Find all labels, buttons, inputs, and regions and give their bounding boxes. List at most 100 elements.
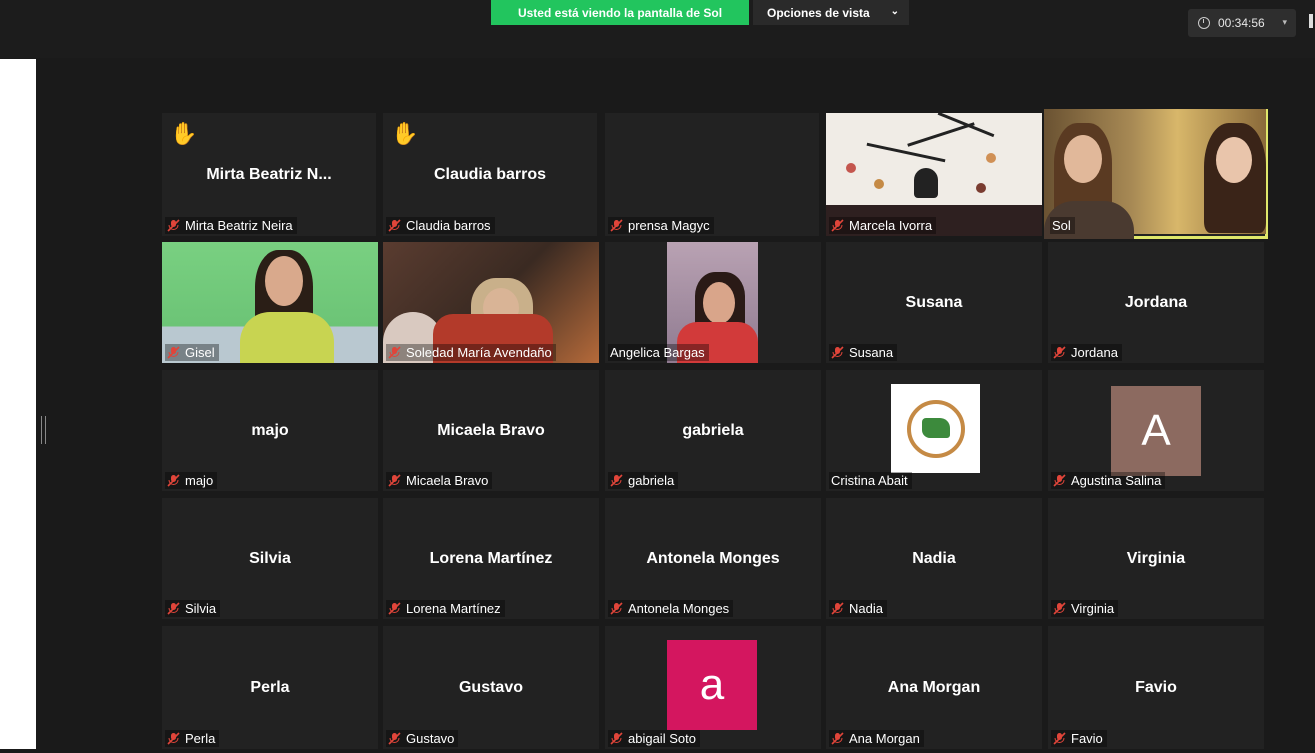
name-label: gabriela — [608, 472, 679, 489]
name-label: Ana Morgan — [829, 730, 924, 747]
participant-tile[interactable]: Silvia Silvia — [162, 498, 378, 619]
name-label: Perla — [165, 730, 220, 747]
participant-name-center: Lorena Martínez — [429, 549, 553, 567]
participant-label: Micaela Bravo — [406, 473, 489, 488]
participant-label: Favio — [1071, 731, 1103, 746]
view-options-button[interactable]: Opciones de vista ⌄ — [753, 0, 909, 25]
name-label: Nadia — [829, 600, 887, 617]
participant-tile[interactable]: A Agustina Salina — [1048, 370, 1264, 491]
participant-tile[interactable]: Marcela Ivorra — [826, 113, 1042, 236]
participant-tile-active-speaker[interactable]: Sol — [1044, 109, 1268, 239]
name-label: Micaela Bravo — [386, 472, 493, 489]
participant-name-center: Gustavo — [458, 678, 523, 696]
participant-label: Angelica Bargas — [610, 345, 705, 360]
raised-hand-icon: ✋ — [170, 121, 198, 146]
name-label: Mirta Beatriz Neira — [165, 217, 297, 234]
avatar: A — [1111, 386, 1201, 476]
participant-name-center: Antonela Monges — [646, 549, 780, 567]
muted-mic-icon — [610, 602, 623, 615]
name-label: Susana — [829, 344, 898, 361]
participant-grid: ✋ Mirta Beatriz N... Mirta Beatriz Neira… — [160, 109, 1268, 753]
participant-tile[interactable]: Gustavo Gustavo — [383, 626, 599, 749]
participant-label: Claudia barros — [406, 218, 491, 233]
participant-label: Soledad María Avendaño — [406, 345, 552, 360]
name-label: majo — [165, 472, 218, 489]
participant-label: abigail Soto — [628, 731, 696, 746]
meeting-timer[interactable]: 00:34:56 ▾ — [1188, 9, 1296, 37]
name-label: Antonela Monges — [608, 600, 734, 617]
muted-mic-icon — [167, 602, 180, 615]
participant-tile[interactable]: Ana Morgan Ana Morgan — [826, 626, 1042, 749]
participant-label: Marcela Ivorra — [849, 218, 933, 233]
muted-mic-icon — [388, 732, 401, 745]
muted-mic-icon — [167, 732, 180, 745]
logo-emblem — [906, 399, 965, 458]
name-label: Silvia — [165, 600, 221, 617]
participant-tile[interactable]: Angelica Bargas — [605, 242, 821, 363]
participant-name-center: Susana — [905, 293, 963, 311]
participant-tile[interactable]: Perla Perla — [162, 626, 378, 749]
participant-tile[interactable]: Micaela Bravo Micaela Bravo — [383, 370, 599, 491]
participant-label: Antonela Monges — [628, 601, 730, 616]
participant-label: Agustina Salina — [1071, 473, 1162, 488]
participant-tile[interactable]: ✋ Claudia barros Claudia barros — [383, 113, 597, 236]
muted-mic-icon — [1053, 602, 1066, 615]
view-options-label: Opciones de vista — [767, 5, 870, 20]
participant-label: Ana Morgan — [849, 731, 920, 746]
participant-name-center: Claudia barros — [433, 165, 547, 183]
participant-tile[interactable]: Gisel — [162, 242, 378, 363]
participant-tile[interactable]: a abigail Soto — [605, 626, 821, 749]
muted-mic-icon — [831, 732, 844, 745]
muted-mic-icon — [831, 219, 844, 232]
avatar: a — [667, 640, 757, 730]
participant-tile[interactable]: Virginia Virginia — [1048, 498, 1264, 619]
screen-share-banner: Usted está viendo la pantalla de Sol — [491, 0, 749, 25]
name-label: Gisel — [165, 344, 219, 361]
name-label: Gustavo — [386, 730, 459, 747]
muted-mic-icon — [388, 474, 401, 487]
participant-label: Gisel — [185, 345, 215, 360]
participant-tile[interactable]: majo majo — [162, 370, 378, 491]
participant-label: Lorena Martínez — [406, 601, 501, 616]
participant-name-center: Micaela Bravo — [437, 421, 545, 439]
participant-tile[interactable]: Jordana Jordana — [1048, 242, 1264, 363]
drag-handle[interactable] — [41, 416, 46, 444]
participant-label: Cristina Abait — [831, 473, 908, 488]
muted-mic-icon — [167, 346, 180, 359]
participant-tile[interactable]: prensa Magyc — [605, 113, 819, 236]
participant-tile[interactable]: Lorena Martínez Lorena Martínez — [383, 498, 599, 619]
muted-mic-icon — [610, 474, 623, 487]
name-label: Virginia — [1051, 600, 1119, 617]
muted-mic-icon — [388, 219, 401, 232]
participant-name-center: Silvia — [249, 549, 291, 567]
participant-name-center: Favio — [1135, 678, 1177, 696]
participant-tile[interactable]: Cristina Abait — [826, 370, 1042, 491]
name-label: Lorena Martínez — [386, 600, 505, 617]
participant-tile[interactable]: Nadia Nadia — [826, 498, 1042, 619]
participant-label: Sol — [1052, 218, 1071, 233]
timer-value: 00:34:56 — [1218, 16, 1265, 30]
participant-label: gabriela — [628, 473, 675, 488]
muted-mic-icon — [1053, 346, 1066, 359]
participant-tile[interactable]: Antonela Monges Antonela Monges — [605, 498, 821, 619]
participant-name-center: Mirta Beatriz N... — [206, 165, 332, 183]
participant-tile[interactable]: Susana Susana — [826, 242, 1042, 363]
name-label: abigail Soto — [608, 730, 700, 747]
video-feed — [1044, 109, 1266, 239]
participant-label: Virginia — [1071, 601, 1115, 616]
participant-name-center: Ana Morgan — [887, 678, 981, 696]
participant-label: Susana — [849, 345, 894, 360]
name-label: Soledad María Avendaño — [386, 344, 556, 361]
muted-mic-icon — [388, 346, 401, 359]
muted-mic-icon — [831, 602, 844, 615]
participant-tile[interactable]: Soledad María Avendaño — [383, 242, 599, 363]
avatar-letter: a — [699, 660, 725, 709]
participant-tile[interactable]: Favio Favio — [1048, 626, 1264, 749]
muted-mic-icon — [167, 474, 180, 487]
muted-mic-icon — [831, 346, 844, 359]
panel-edge — [1309, 14, 1313, 28]
participant-name-center: Virginia — [1126, 549, 1186, 567]
participant-tile[interactable]: ✋ Mirta Beatriz N... Mirta Beatriz Neira — [162, 113, 376, 236]
participant-tile[interactable]: gabriela gabriela — [605, 370, 821, 491]
participant-name-center: majo — [251, 421, 289, 439]
